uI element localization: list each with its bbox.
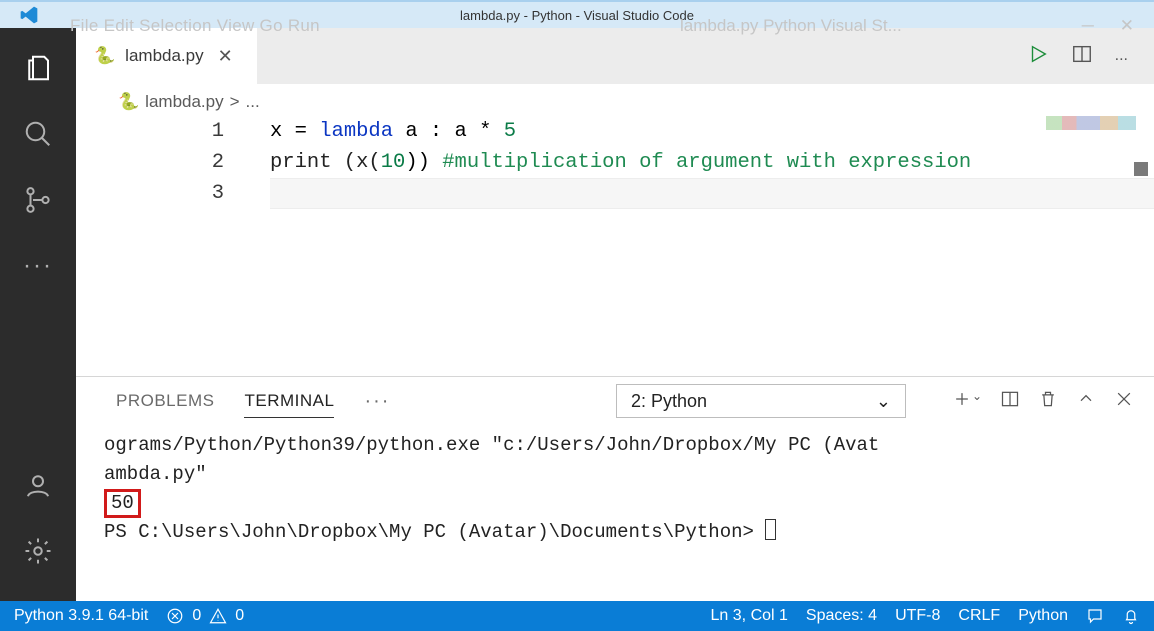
terminal-selector[interactable]: 2: Python ⌄ [616,384,906,418]
chevron-down-icon: ⌄ [876,391,891,412]
source-control-icon[interactable] [22,184,54,216]
window-controls: ─ ✕ [1082,16,1134,36]
code-line[interactable] [270,178,1154,209]
status-interpreter[interactable]: Python 3.9.1 64-bit [14,607,148,625]
close-icon[interactable]: ✕ [1120,16,1134,36]
terminal-line: 50 [104,489,1154,518]
status-language[interactable]: Python [1018,607,1068,625]
highlighted-output: 50 [104,489,141,518]
terminal-prompt-line[interactable]: PS C:\Users\John\Dropbox\My PC (Avatar)\… [104,518,1154,547]
tab-label: lambda.py [125,46,203,66]
terminal-line: ambda.py" [104,460,1154,489]
maximize-panel-icon[interactable] [1076,389,1096,414]
split-terminal-icon[interactable] [1000,389,1020,414]
more-actions-icon[interactable]: ... [1115,47,1128,65]
tabs-bar: 🐍 lambda.py ✕ ... [76,28,1154,84]
more-icon[interactable]: ··· [22,250,54,282]
error-icon [166,607,184,625]
close-panel-icon[interactable] [1114,389,1134,414]
tab-lambda-py[interactable]: 🐍 lambda.py ✕ [76,28,257,84]
panel: PROBLEMS TERMINAL ··· 2: Python ⌄ ⌄ [76,376,1154,601]
title-bar: File Edit Selection View Go Run lambda.p… [0,0,1154,28]
search-icon[interactable] [22,118,54,150]
editor-area: 🐍 lambda.py ✕ ... 🐍 lambda.py > ... [76,28,1154,601]
settings-gear-icon[interactable] [22,535,54,567]
menu-bar-stub: File Edit Selection View Go Run [70,16,320,36]
terminal-selector-label: 2: Python [631,391,707,412]
new-terminal-icon[interactable]: ⌄ [952,389,982,414]
code-line[interactable]: print (x(10)) #multiplication of argumen… [270,147,1154,178]
status-problems[interactable]: 0 0 [166,607,244,625]
split-editor-icon[interactable] [1071,43,1093,70]
status-position[interactable]: Ln 3, Col 1 [711,607,788,625]
status-bell-icon[interactable] [1122,607,1140,625]
panel-tabs: PROBLEMS TERMINAL ··· 2: Python ⌄ ⌄ [76,377,1154,425]
line-number: 2 [76,147,224,178]
breadcrumb-sep: > [230,92,240,112]
line-number: 3 [76,178,224,209]
terminal-line: ograms/Python/Python39/python.exe "c:/Us… [104,431,1154,460]
tab-problems[interactable]: PROBLEMS [116,385,214,417]
code-lines[interactable]: x = lambda a : a * 5 print (x(10)) #mult… [270,116,1154,209]
status-eol[interactable]: CRLF [958,607,1000,625]
python-file-icon: 🐍 [94,46,115,66]
line-number: 1 [76,116,224,147]
terminal-output[interactable]: ograms/Python/Python39/python.exe "c:/Us… [76,425,1154,601]
close-tab-icon[interactable]: ✕ [214,46,237,67]
warning-icon [209,607,227,625]
status-spaces[interactable]: Spaces: 4 [806,607,877,625]
breadcrumb[interactable]: 🐍 lambda.py > ... [76,84,1154,116]
python-file-icon: 🐍 [118,92,139,112]
breadcrumb-trail: ... [246,92,260,112]
window-title: lambda.py - Python - Visual Studio Code [460,8,694,23]
status-bar: Python 3.9.1 64-bit 0 0 Ln 3, Col 1 Spac… [0,601,1154,631]
tab-terminal[interactable]: TERMINAL [244,385,334,418]
code-line[interactable]: x = lambda a : a * 5 [270,116,1154,147]
run-button[interactable] [1027,43,1049,70]
accounts-icon[interactable] [22,469,54,501]
title-trail-stub: lambda.py Python Visual St... [680,16,902,36]
explorer-icon[interactable] [22,52,54,84]
trash-icon[interactable] [1038,389,1058,414]
editor-actions: ... [1027,28,1154,84]
activity-bar: ··· [0,28,76,601]
vscode-icon [18,5,40,25]
terminal-cursor [765,519,776,540]
breadcrumb-file: lambda.py [145,92,223,112]
code-editor[interactable]: 1 2 3 x = lambda a : a * 5 print (x(10))… [76,116,1154,376]
status-encoding[interactable]: UTF-8 [895,607,940,625]
line-gutter: 1 2 3 [76,116,246,209]
minimize-icon[interactable]: ─ [1082,16,1094,36]
panel-actions: ⌄ [952,389,1134,414]
status-feedback-icon[interactable] [1086,607,1104,625]
panel-more-icon[interactable]: ··· [364,390,390,413]
